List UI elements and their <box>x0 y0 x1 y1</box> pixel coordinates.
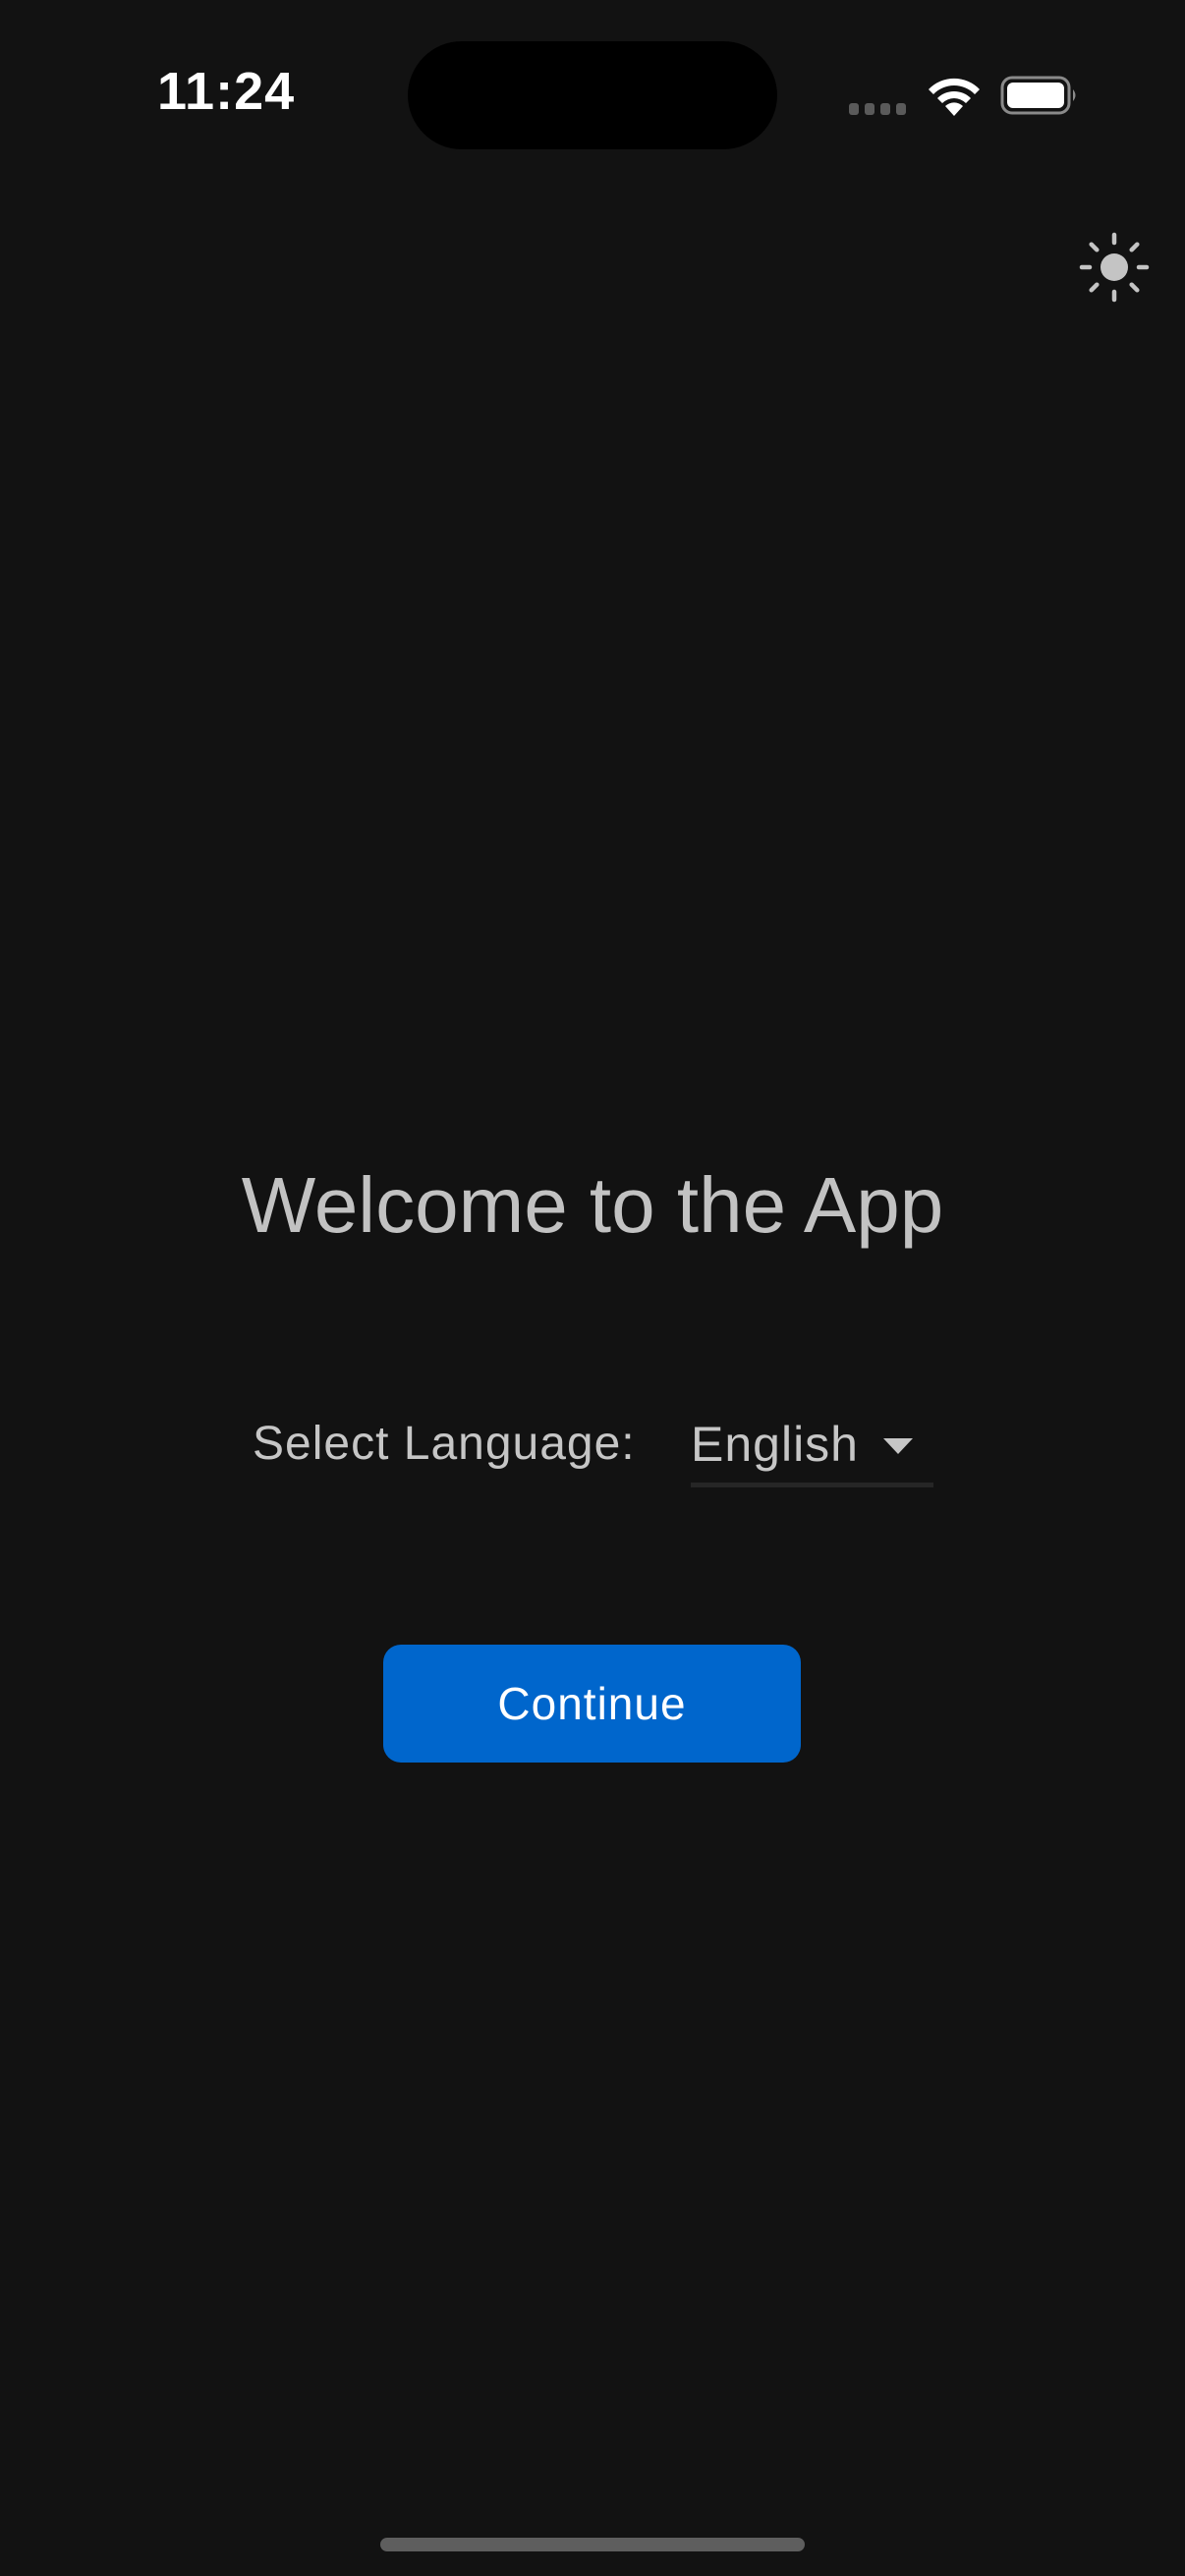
status-time: 11:24 <box>157 62 296 121</box>
sun-icon[interactable] <box>1079 232 1150 303</box>
signal-icon <box>849 103 906 117</box>
language-label: Select Language: <box>253 1418 636 1470</box>
battery-icon <box>1000 76 1076 115</box>
dynamic-island <box>408 41 777 149</box>
welcome-title: Welcome to the App <box>241 1161 944 1249</box>
wifi-icon <box>929 78 980 116</box>
dropdown-arrow-icon <box>883 1438 913 1454</box>
language-selected-value: English <box>691 1417 859 1472</box>
home-indicator[interactable] <box>380 2538 805 2551</box>
language-dropdown[interactable]: English <box>691 1401 933 1487</box>
continue-button[interactable]: Continue <box>383 1645 801 1763</box>
